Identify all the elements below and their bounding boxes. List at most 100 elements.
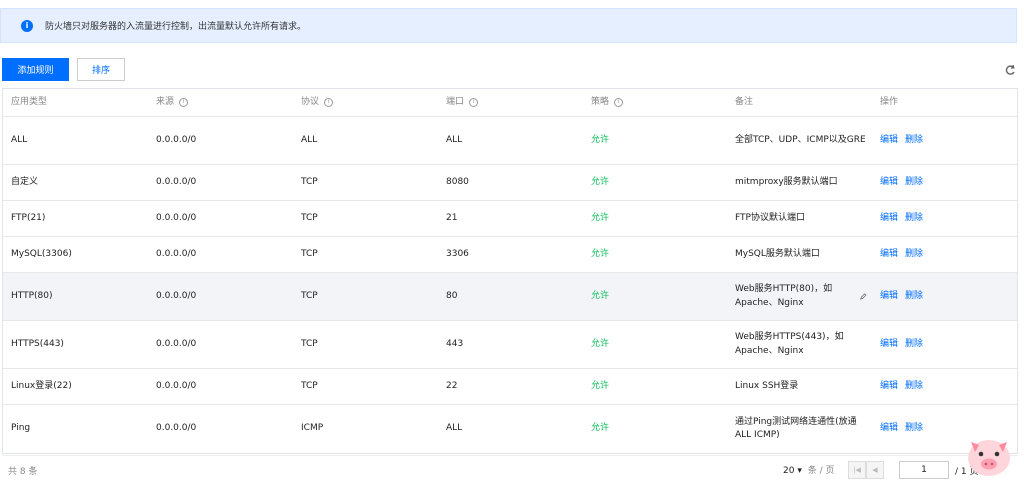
cell-app-type: Linux登录(22) [11,380,72,391]
edit-link[interactable]: 编辑 [880,134,898,147]
cell-note: mitmproxy服务默认端口 [735,176,838,187]
cell-note: Linux SSH登录 [735,380,799,391]
notice-text: 防火墙只对服务器的入流量进行控制，出流量默认允许所有请求。 [45,22,307,32]
cell-policy: 允许 [591,212,610,223]
cell-actions: 编辑 删除 [880,117,1000,164]
info-circle-icon[interactable]: i [469,98,479,107]
cell-source: 0.0.0.0/0 [156,423,197,434]
info-notice: i 防火墙只对服务器的入流量进行控制，出流量默认允许所有请求。 [0,8,1017,43]
cell-protocol: ALL [301,134,318,145]
cell-policy: 允许 [591,338,610,349]
cell-policy: 允许 [591,134,610,145]
cell-note: FTP协议默认端口 [735,212,805,223]
cell-port: 21 [446,212,458,223]
table-row: HTTP(80) 0.0.0.0/0 TCP 80 允许 Web服务HTTP(8… [3,273,1017,321]
delete-link[interactable]: 删除 [905,176,923,189]
cell-protocol: TCP [301,248,318,259]
edit-link[interactable]: 编辑 [880,422,898,435]
column-header-policy: 策略 i [591,89,721,116]
cell-port: 80 [446,290,458,301]
cell-app-type: HTTP(80) [11,290,53,301]
cell-source: 0.0.0.0/0 [156,248,197,259]
prev-page-icon[interactable]: ◀ [866,461,884,479]
cell-actions: 编辑 删除 [880,237,1000,272]
delete-link[interactable]: 删除 [905,338,923,351]
page-size-unit: 条 / 页 [807,466,835,476]
pig-mascot-icon[interactable] [965,432,1013,480]
cell-source: 0.0.0.0/0 [156,380,197,391]
column-header-protocol: 协议 i [301,89,431,116]
delete-link[interactable]: 删除 [905,212,923,225]
cell-actions: 编辑 删除 [880,201,1000,236]
page-size-select[interactable]: 20 ▾ 条 / 页 [783,463,835,476]
add-rule-button[interactable]: 添加规则 [2,58,69,81]
cell-note: MySQL服务默认端口 [735,248,820,259]
table-row: Ping 0.0.0.0/0 ICMP ALL 允许 通过Ping测试网络连通性… [3,405,1017,453]
delete-link[interactable]: 删除 [905,134,923,147]
toolbar: 添加规则 排序 [2,58,1018,82]
edit-link[interactable]: 编辑 [880,212,898,225]
cell-port: 8080 [446,176,469,187]
table-row: Linux登录(22) 0.0.0.0/0 TCP 22 允许 Linux SS… [3,369,1017,405]
cell-policy: 允许 [591,176,610,187]
cell-app-type: FTP(21) [11,212,46,223]
delete-link[interactable]: 删除 [905,422,923,435]
cell-source: 0.0.0.0/0 [156,212,197,223]
rules-table: 应用类型 来源 i 协议 i 端口 i 策略 i 备注 操作 ALL 0.0.0.0/0… [2,88,1018,454]
first-page-icon[interactable]: |◀ [848,461,866,479]
cell-protocol: TCP [301,338,318,349]
cell-policy: 允许 [591,290,610,301]
cell-source: 0.0.0.0/0 [156,290,197,301]
page-input[interactable]: 1 [899,461,949,479]
edit-link[interactable]: 编辑 [880,248,898,261]
cell-app-type: 自定义 [11,176,39,187]
caret-down-icon: ▾ [797,466,802,476]
info-circle-icon[interactable]: i [324,98,334,107]
column-header-actions: 操作 [880,96,899,107]
table-row: HTTPS(443) 0.0.0.0/0 TCP 443 允许 Web服务HTT… [3,321,1017,369]
cell-note: 全部TCP、UDP、ICMP以及GRE [735,134,866,145]
info-circle-icon[interactable]: i [179,98,189,107]
cell-policy: 允许 [591,423,610,434]
delete-link[interactable]: 删除 [905,290,923,303]
column-header-source: 来源 i [156,89,286,116]
cell-port: ALL [446,134,463,145]
cell-protocol: TCP [301,380,318,391]
cell-note: Web服务HTTP(80)，如Apache、Nginx [735,273,867,320]
column-header-note: 备注 [735,96,754,107]
table-row: FTP(21) 0.0.0.0/0 TCP 21 允许 FTP协议默认端口 编辑… [3,201,1017,237]
table-row: ALL 0.0.0.0/0 ALL ALL 允许 全部TCP、UDP、ICMP以… [3,117,1017,165]
cell-port: 443 [446,338,464,349]
sort-button[interactable]: 排序 [77,58,125,81]
cell-app-type: ALL [11,134,28,145]
cell-note: Web服务HTTPS(443)，如Apache、Nginx [735,332,844,356]
table-row: 自定义 0.0.0.0/0 TCP 8080 允许 mitmproxy服务默认端… [3,165,1017,201]
cell-actions: 编辑 删除 [880,273,1000,320]
table-header: 应用类型 来源 i 协议 i 端口 i 策略 i 备注 操作 [3,89,1017,117]
edit-link[interactable]: 编辑 [880,380,898,393]
cell-actions: 编辑 删除 [880,165,1000,200]
delete-link[interactable]: 删除 [905,380,923,393]
cell-policy: 允许 [591,380,610,391]
cell-protocol: ICMP [301,423,324,434]
refresh-icon[interactable] [1004,64,1016,76]
cell-actions: 编辑 删除 [880,321,1000,368]
edit-link[interactable]: 编辑 [880,338,898,351]
edit-link[interactable]: 编辑 [880,290,898,303]
edit-link[interactable]: 编辑 [880,176,898,189]
cell-app-type: Ping [11,423,31,434]
total-count: 共 8 条 [8,467,38,477]
cell-app-type: HTTPS(443) [11,338,64,349]
info-icon: i [21,19,33,32]
pencil-icon[interactable] [860,292,867,301]
cell-protocol: TCP [301,212,318,223]
cell-actions: 编辑 删除 [880,369,1000,404]
cell-port: 22 [446,380,458,391]
cell-source: 0.0.0.0/0 [156,134,197,145]
info-circle-icon[interactable]: i [614,98,624,107]
cell-policy: 允许 [591,248,610,259]
delete-link[interactable]: 删除 [905,248,923,261]
cell-port: 3306 [446,248,469,259]
cell-protocol: TCP [301,176,318,187]
column-header-port: 端口 i [446,89,576,116]
